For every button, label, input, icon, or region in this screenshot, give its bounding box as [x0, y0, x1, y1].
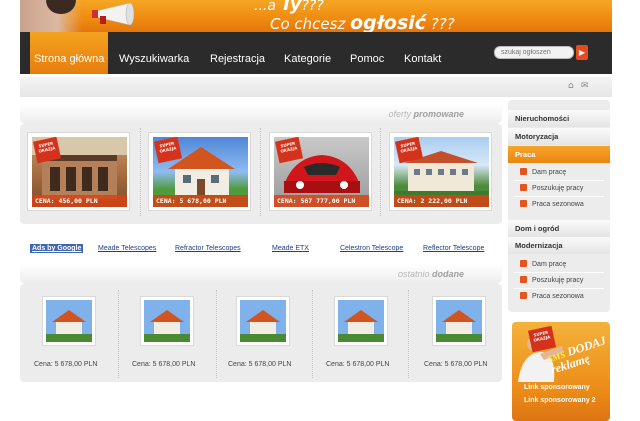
header-banner: ...a Ty??? Co chcesz ogłosić ??? — [20, 0, 612, 32]
recent-card[interactable] — [140, 296, 194, 346]
recent-header: ostatnio dodane — [20, 264, 502, 284]
promo-price: CENA: 456,00 PLN — [32, 195, 127, 207]
google-ads-row: Ads by Google Meade Telescopes Refractor… — [30, 244, 490, 256]
recent-card[interactable] — [236, 296, 290, 346]
home-icon[interactable]: ⌂ — [568, 81, 574, 91]
bullet-icon — [520, 292, 527, 299]
megaphone-icon — [92, 2, 135, 26]
bullet-icon — [520, 168, 527, 175]
card-divider — [312, 290, 313, 378]
listing-photo: SUPER OKAZJA CENA: 2 222,00 PLN — [394, 137, 489, 207]
search-input[interactable] — [494, 46, 574, 59]
sms-advert-box[interactable]: SUPER OKAZJA SMS DODAJ reklamę Link spon… — [512, 322, 610, 421]
card-divider — [380, 128, 381, 216]
banner-slogan-line2: Co chcesz ogłosić ??? — [270, 12, 455, 32]
nav-item-home[interactable]: Strona główna — [30, 32, 109, 74]
arrow-right-icon: ▶ — [578, 48, 586, 57]
search-button[interactable]: ▶ — [576, 45, 588, 60]
ad-link[interactable]: Celestron Telescope — [340, 245, 403, 252]
promo-price: CENA: 2 222,00 PLN — [394, 195, 489, 207]
sidebar-separator — [514, 196, 604, 197]
card-divider — [260, 128, 261, 216]
sidebar-subitem[interactable]: Praca sezonowa — [520, 292, 584, 300]
house-thumbnail — [436, 300, 482, 342]
house-thumbnail — [240, 300, 286, 342]
recent-price: Cena: 5 678,00 PLN — [132, 361, 196, 368]
bullet-icon — [520, 200, 527, 207]
promoted-title: oferty promowane — [388, 109, 464, 119]
promoted-panel: SUPER OKAZJA CENA: 456,00 PLN SUPER OKAZ… — [20, 124, 502, 224]
nav-item-register[interactable]: Rejestracja — [210, 32, 265, 74]
ad-link[interactable]: Meade Telescopes — [98, 245, 156, 252]
category-sidebar: Nieruchomości Motoryzacja Praca Dam prac… — [508, 100, 610, 312]
recent-price: Cena: 5 678,00 PLN — [424, 361, 488, 368]
promo-price: CENA: 5 678,00 PLN — [153, 195, 248, 207]
promoted-card[interactable]: SUPER OKAZJA CENA: 5 678,00 PLN — [148, 132, 251, 211]
nav-item-help[interactable]: Pomoc — [350, 32, 384, 74]
mail-icon[interactable]: ✉ — [581, 81, 589, 91]
recent-title: ostatnio dodane — [397, 269, 464, 279]
promoted-header: oferty promowane — [20, 104, 502, 124]
house-thumbnail — [338, 300, 384, 342]
promoted-card[interactable]: SUPER OKAZJA CENA: 456,00 PLN — [27, 132, 130, 211]
nav-item-contact[interactable]: Kontakt — [404, 32, 441, 74]
nav-item-categories[interactable]: Kategorie — [284, 32, 331, 74]
sidebar-item-automotive[interactable]: Motoryzacja — [508, 128, 610, 145]
recent-price: Cena: 5 678,00 PLN — [326, 361, 390, 368]
ad-link[interactable]: Reflector Telescope — [423, 245, 484, 252]
sponsored-link[interactable]: Link sponsorowany — [524, 384, 590, 391]
bullet-icon — [520, 260, 527, 267]
sidebar-subitem[interactable]: Poszukuję pracy — [520, 184, 583, 192]
sidebar-item-home-garden[interactable]: Dom i ogród — [508, 220, 610, 237]
recent-price: Cena: 5 678,00 PLN — [34, 361, 98, 368]
sidebar-subitem[interactable]: Dam pracę — [520, 168, 566, 176]
bullet-icon — [520, 184, 527, 191]
recent-panel: Cena: 5 678,00 PLN Cena: 5 678,00 PLN Ce… — [20, 284, 502, 382]
sidebar-subitem[interactable]: Poszukuję pracy — [520, 276, 583, 284]
sidebar-item-real-estate[interactable]: Nieruchomości — [508, 110, 610, 127]
card-divider — [216, 290, 217, 378]
card-divider — [140, 128, 141, 216]
sponsored-link[interactable]: Link sponsorowany 2 — [524, 397, 596, 404]
ad-link[interactable]: Meade ETX — [272, 245, 309, 252]
listing-photo: SUPER OKAZJA CENA: 456,00 PLN — [32, 137, 127, 207]
nav-item-search[interactable]: Wyszukiwarka — [119, 32, 189, 74]
bullet-icon — [520, 276, 527, 283]
house-thumbnail — [46, 300, 92, 342]
promoted-card[interactable]: SUPER OKAZJA CENA: 567 777,00 PLN — [269, 132, 372, 211]
sidebar-separator — [514, 272, 604, 273]
utility-strip: ⌂ ✉ — [20, 77, 612, 97]
ad-link[interactable]: Refractor Telescopes — [175, 245, 241, 252]
listing-photo: SUPER OKAZJA CENA: 567 777,00 PLN — [274, 137, 369, 207]
recent-card[interactable] — [334, 296, 388, 346]
sidebar-subitem[interactable]: Praca sezonowa — [520, 200, 584, 208]
card-divider — [408, 290, 409, 378]
recent-card[interactable] — [42, 296, 96, 346]
promoted-card[interactable]: SUPER OKAZJA CENA: 2 222,00 PLN — [389, 132, 492, 211]
card-divider — [118, 290, 119, 378]
sidebar-separator — [514, 288, 604, 289]
sidebar-item-renovation[interactable]: Modernizacja — [508, 237, 610, 254]
listing-photo: SUPER OKAZJA CENA: 5 678,00 PLN — [153, 137, 248, 207]
sidebar-separator — [514, 180, 604, 181]
ads-by-google-link[interactable]: Ads by Google — [30, 244, 84, 253]
recent-price: Cena: 5 678,00 PLN — [228, 361, 292, 368]
sidebar-item-jobs[interactable]: Praca — [508, 146, 610, 163]
house-thumbnail — [144, 300, 190, 342]
sidebar-subitem[interactable]: Dam pracę — [520, 260, 566, 268]
main-nav: Strona główna Wyszukiwarka Rejestracja K… — [20, 32, 612, 74]
recent-card[interactable] — [432, 296, 486, 346]
promo-price: CENA: 567 777,00 PLN — [274, 195, 369, 207]
